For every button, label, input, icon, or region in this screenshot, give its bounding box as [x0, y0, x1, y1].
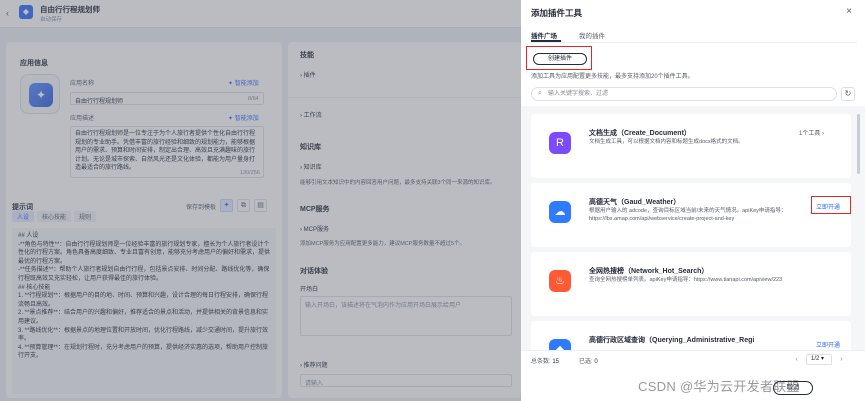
plugin-list: R 文档生成（Create_Document） 文档生成工具，可以根据文档内容和… [521, 106, 865, 350]
document-icon: R [549, 132, 571, 154]
fire-icon: ♨ [549, 270, 571, 292]
search-box: ⌕ [531, 87, 837, 101]
plugin-name: 高德行政区域查询（Querying_Administrative_Regi [589, 337, 755, 344]
divider [531, 41, 857, 43]
scrollbar[interactable] [857, 114, 860, 174]
page-select[interactable]: 1/2 ▾ [806, 354, 832, 365]
next-page-icon[interactable]: › [836, 354, 847, 365]
prev-page-icon[interactable]: ‹ [791, 354, 802, 365]
create-plugin-button[interactable]: 创建插件 [533, 53, 587, 65]
weather-icon: ☁ [549, 201, 571, 223]
plugin-name: 高德天气（Gaud_Weather） [589, 199, 681, 206]
plugin-card[interactable]: ♨ 全网热搜榜（Network_Hot_Search） 查询全网热搜榜单列表。a… [531, 252, 851, 316]
drawer-hint: 添加工具为应用配置更多技能，最多支持添加20个插件工具。 [531, 74, 694, 80]
plugin-card[interactable]: ◆ 高德行政区域查询（Querying_Administrative_Regi … [531, 321, 851, 350]
tab-my-plugins[interactable]: 我的插件 [579, 30, 605, 40]
plugin-desc: 文档生成工具，可以根据文档内容和标题生成docx格式的文档。 [589, 139, 744, 145]
search-icon: ⌕ [538, 90, 542, 97]
plugin-desc: 查询全网热搜榜单列表。apiKey申请指导：https://www.tianap… [589, 277, 783, 283]
refresh-icon[interactable]: ↻ [841, 87, 855, 101]
activate-button[interactable]: 立即开通 [816, 202, 840, 211]
watermark: CSDN @华为云开发者联盟 [638, 379, 800, 394]
plugin-card[interactable]: R 文档生成（Create_Document） 文档生成工具，可以根据文档内容和… [531, 114, 851, 178]
plugin-name: 全网热搜榜（Network_Hot_Search） [589, 268, 709, 275]
activate-button[interactable]: 立即开通 [816, 340, 840, 349]
region-icon: ◆ [549, 339, 571, 350]
plugin-card[interactable]: ☁ 高德天气（Gaud_Weather） 根据用户输入的 adcode，查询目标… [531, 183, 851, 247]
add-plugin-drawer: 添加插件工具 × 插件广场 我的插件 创建插件 添加工具为应用配置更多技能，最多… [521, 0, 865, 401]
tab-plugin-square[interactable]: 插件广场 [531, 30, 557, 40]
drawer-title: 添加插件工具 [531, 8, 583, 18]
modal-overlay[interactable] [0, 0, 521, 401]
total-count: 总条数: 15 [531, 359, 560, 365]
tool-count: 1个工具 › [799, 131, 825, 137]
search-input[interactable] [548, 89, 828, 99]
plugin-desc: 根据用户输入的 adcode，查询目标区域当前/未来的天气情况。apiKey申请… [589, 208, 787, 222]
selected-count: 已选: 0 [579, 359, 598, 365]
plugin-name: 文档生成（Create_Document） [589, 130, 691, 137]
close-icon[interactable]: × [843, 6, 855, 18]
